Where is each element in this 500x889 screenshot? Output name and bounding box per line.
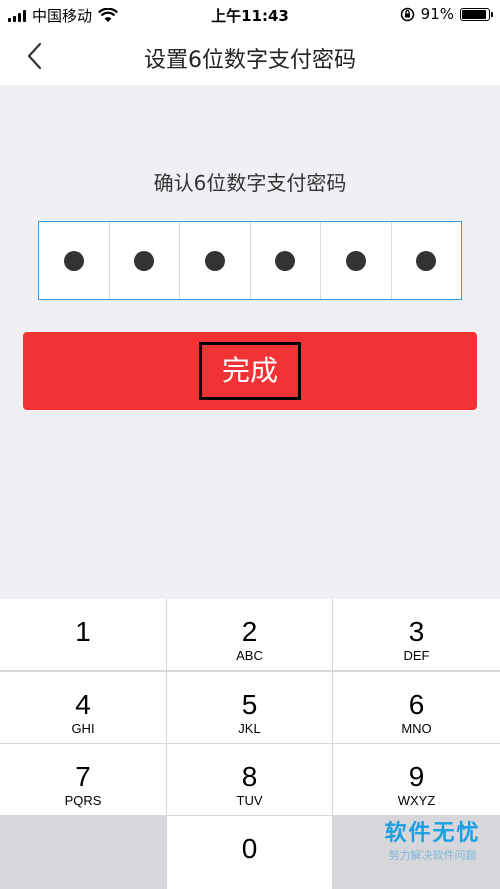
key-1[interactable]: 1 — [0, 599, 166, 670]
key-letters: DEF — [403, 648, 430, 663]
pin-cell — [251, 222, 321, 299]
page-title: 设置6位数字支付密码 — [144, 48, 356, 73]
key-digit: 9 — [408, 761, 425, 792]
key-letters: PQRS — [64, 793, 102, 808]
pin-cell — [321, 222, 392, 299]
done-button[interactable]: 完成 — [23, 332, 477, 410]
key-4[interactable]: 4 GHI — [0, 672, 166, 743]
key-6[interactable]: 6 MNO — [333, 672, 500, 743]
watermark-sub: 努力解决软件问题 — [388, 849, 477, 862]
pin-cell — [180, 222, 251, 299]
key-2[interactable]: 2 ABC — [167, 599, 332, 670]
key-digit: 2 — [241, 616, 258, 647]
key-letters: TUV — [236, 793, 263, 808]
key-digit: 1 — [75, 616, 91, 647]
key-digit: 3 — [408, 616, 425, 647]
pin-cell — [392, 222, 462, 299]
pin-dot — [416, 250, 437, 271]
pin-dot — [275, 250, 296, 271]
key-8[interactable]: 8 TUV — [167, 744, 332, 815]
battery-fill — [462, 9, 486, 19]
key-letters: MNO — [401, 721, 432, 736]
key-digit: 8 — [241, 761, 258, 792]
pin-dot — [63, 250, 84, 271]
key-letters: ABC — [236, 648, 263, 663]
key-blank — [0, 816, 166, 889]
key-7[interactable]: 7 PQRS — [0, 744, 166, 815]
key-3[interactable]: 3 DEF — [333, 599, 500, 670]
nav-bar: 设置6位数字支付密码 — [0, 28, 500, 85]
key-digit: 4 — [75, 689, 91, 720]
key-digit: 7 — [75, 761, 91, 792]
key-digit: 0 — [241, 833, 258, 864]
pin-dot — [204, 250, 225, 271]
done-button-label: 完成 — [198, 342, 301, 400]
orientation-lock-icon — [400, 7, 414, 21]
key-digit: 5 — [241, 689, 258, 720]
watermark-logo: 软件无忧 努力解决软件问题 — [370, 820, 495, 878]
battery-icon — [460, 7, 493, 21]
pin-cell — [39, 222, 110, 299]
pin-input[interactable] — [38, 221, 462, 300]
pin-prompt: 确认6位数字支付密码 — [153, 171, 347, 195]
key-letters: JKL — [238, 721, 261, 736]
pin-dot — [345, 250, 366, 271]
status-right: 91% — [400, 5, 493, 23]
pin-cell — [110, 222, 180, 299]
key-0[interactable]: 0 — [167, 816, 332, 889]
key-letters: WXYZ — [397, 793, 436, 808]
pin-dot — [134, 250, 155, 271]
key-letters: GHI — [71, 721, 95, 736]
key-digit: 6 — [408, 689, 425, 720]
watermark-main: 软件无忧 — [384, 821, 481, 846]
battery-percent: 91% — [420, 5, 454, 23]
key-9[interactable]: 9 WXYZ — [333, 744, 500, 815]
key-5[interactable]: 5 JKL — [167, 672, 332, 743]
status-bar: 中国移动 上午11:43 91% — [0, 0, 500, 28]
